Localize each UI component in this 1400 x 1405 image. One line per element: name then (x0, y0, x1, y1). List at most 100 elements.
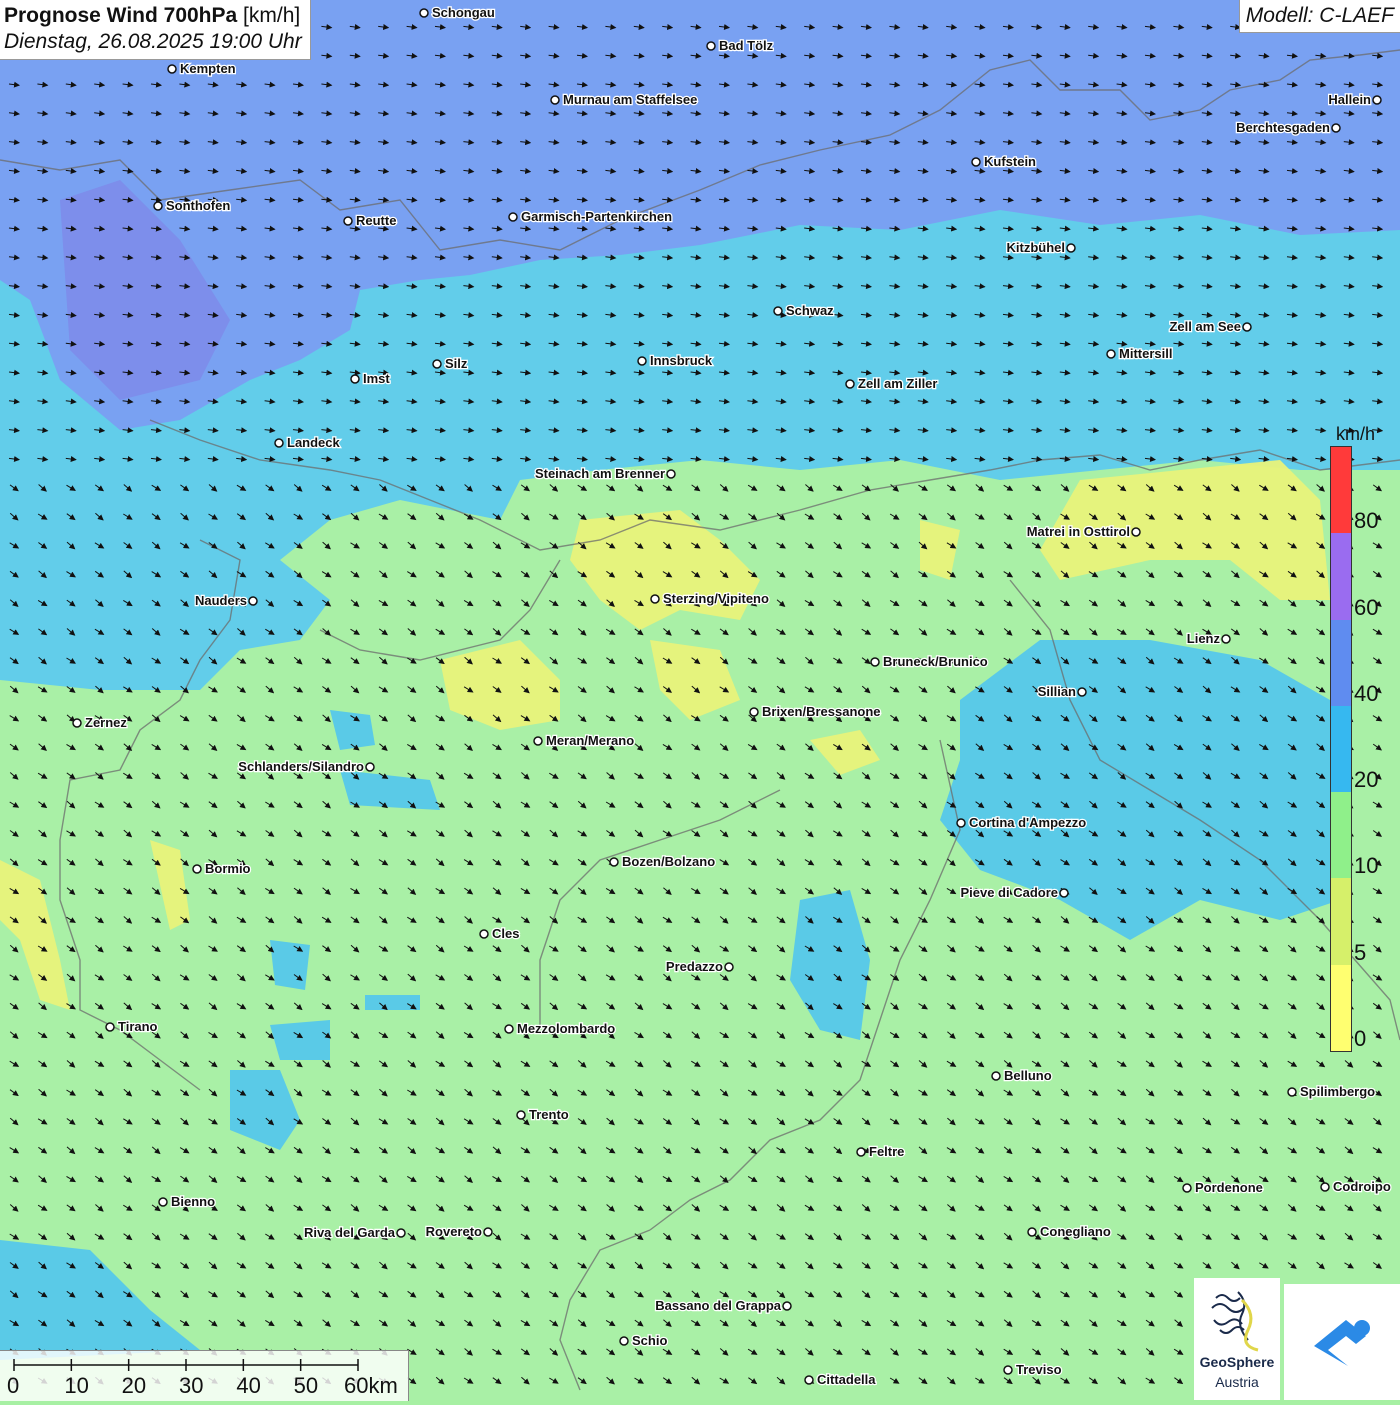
city-label: Imst (363, 371, 390, 386)
city-marker: Berchtesgaden (1235, 119, 1341, 136)
city-label: Riva del Garda (304, 1225, 396, 1240)
scale-label: 10 (64, 1373, 89, 1398)
city-marker: Sterzing/Vipiteno (650, 590, 770, 607)
city-dot (773, 306, 783, 316)
city-marker: Meran/Merano (533, 732, 635, 749)
legend-color-bar (1330, 446, 1352, 1052)
city-dot (650, 594, 660, 604)
city-marker: Predazzo (665, 958, 734, 975)
city-label: Hallein (1328, 92, 1371, 107)
scale-label: 0 (7, 1373, 20, 1398)
city-marker: Zell am Ziller (845, 375, 939, 392)
city-marker: Mezzolombardo (504, 1020, 617, 1037)
city-dot (516, 1110, 526, 1120)
city-dot (609, 857, 619, 867)
legend-label: 5 (1354, 939, 1367, 965)
city-marker: Schlanders/Silandro (237, 758, 375, 775)
city-label: Schongau (432, 5, 495, 20)
city-label: Bassano del Grappa (655, 1298, 781, 1313)
city-label: Belluno (1004, 1068, 1052, 1083)
city-dot (870, 657, 880, 667)
city-label: Cles (492, 926, 519, 941)
city-label: Predazzo (666, 959, 723, 974)
city-dot (550, 95, 560, 105)
city-label: Bozen/Bolzano (622, 854, 715, 869)
city-marker: Conegliano (1027, 1223, 1112, 1240)
city-label: Conegliano (1040, 1224, 1111, 1239)
forecast-datetime: Dienstag, 26.08.2025 19:00 Uhr (4, 30, 302, 53)
title-main: Prognose Wind 700hPa (4, 4, 238, 27)
city-dot (1066, 243, 1076, 253)
legend-label: 20 (1354, 767, 1379, 793)
geosphere-country: Austria (1215, 1374, 1259, 1390)
city-dot (619, 1336, 629, 1346)
city-dot (158, 1197, 168, 1207)
city-dot (153, 201, 163, 211)
city-label: Cittadella (817, 1372, 876, 1387)
city-marker: Brixen/Bressanone (749, 703, 882, 720)
city-label: Pieve di Cadore (960, 885, 1058, 900)
city-dot (1106, 349, 1116, 359)
city-label: Zell am Ziller (858, 376, 937, 391)
map-title-box: Prognose Wind 700hPa [km/h] Dienstag, 26… (0, 0, 311, 60)
city-marker: Riva del Garda (303, 1224, 406, 1241)
city-label: Sterzing/Vipiteno (663, 591, 769, 606)
color-legend: km/h 80 60 40 20 10 5 0 (1326, 420, 1388, 1052)
city-dot (274, 438, 284, 448)
legend-color-step (1331, 705, 1351, 793)
city-dot (483, 1227, 493, 1237)
city-label: Tirano (118, 1019, 158, 1034)
scale-bar: 0 10 20 30 40 50 60km (0, 1350, 409, 1401)
wind-forecast-map: Schongau Bad Tölz Kempten Murnau am Staffel… (0, 0, 1400, 1400)
city-label: Treviso (1016, 1362, 1062, 1377)
city-dot (804, 1375, 814, 1385)
legend-color-step (1331, 792, 1351, 879)
city-dot (1077, 687, 1087, 697)
legend-label: 40 (1354, 680, 1379, 706)
city-label: Kitzbühel (1007, 240, 1066, 255)
city-dot (1320, 1182, 1330, 1192)
city-label: Reutte (356, 213, 396, 228)
city-dot (1372, 95, 1382, 105)
geosphere-emblem-icon (1211, 1291, 1259, 1352)
city-label: Nauders (195, 593, 247, 608)
city-dot (504, 1024, 514, 1034)
city-label: Feltre (869, 1144, 904, 1159)
city-dot (1221, 634, 1231, 644)
city-dot (365, 762, 375, 772)
scale-label: 50 (293, 1373, 319, 1398)
city-dot (1059, 888, 1069, 898)
city-dot (666, 469, 676, 479)
city-dot (248, 596, 258, 606)
city-marker: Spilimbergo (1287, 1083, 1376, 1100)
model-label: Modell: C-LAEF (1238, 0, 1400, 33)
city-dot (1287, 1087, 1297, 1097)
app-logo (1284, 1284, 1400, 1400)
city-label: Matrei in Osttirol (1027, 524, 1130, 539)
city-label: Bruneck/Brunico (883, 654, 988, 669)
scale-label: 60km (344, 1373, 398, 1398)
city-marker: Pordenone (1182, 1179, 1264, 1196)
legend-color-step (1331, 878, 1351, 965)
city-dot (419, 8, 429, 18)
city-dot (971, 157, 981, 167)
city-label: Pordenone (1195, 1180, 1263, 1195)
city-dot (1003, 1365, 1013, 1375)
city-dot (1182, 1183, 1192, 1193)
city-dot (508, 212, 518, 222)
city-label: Sillian (1038, 684, 1076, 699)
legend-color-step (1331, 533, 1351, 620)
city-label: Landeck (287, 435, 341, 450)
city-label: Murnau am Staffelsee (563, 92, 697, 107)
city-dot (845, 379, 855, 389)
city-dot (637, 356, 647, 366)
legend-label: 80 (1354, 508, 1379, 534)
city-label: Silz (445, 356, 468, 371)
city-dot (396, 1228, 406, 1238)
city-dot (991, 1071, 1001, 1081)
legend-label: 0 (1354, 1026, 1367, 1051)
scale-label: 40 (236, 1373, 261, 1398)
city-label: Kufstein (984, 154, 1036, 169)
city-label: Brixen/Bressanone (762, 704, 881, 719)
city-dot (724, 962, 734, 972)
